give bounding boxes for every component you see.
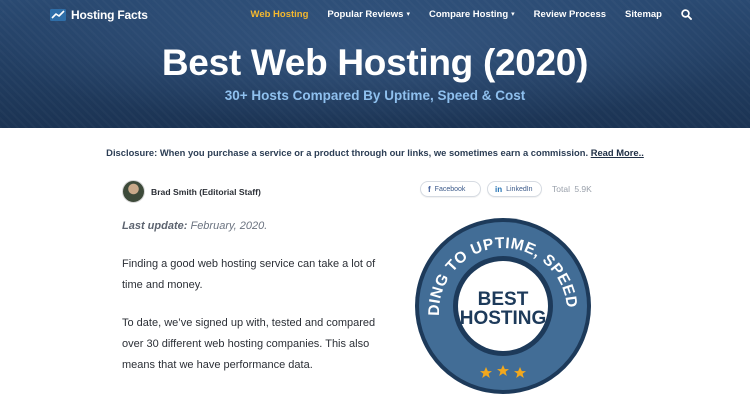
- read-more-link[interactable]: Read More..: [591, 147, 644, 158]
- search-button[interactable]: [681, 8, 692, 20]
- nav-item-label: Compare Hosting: [428, 8, 509, 20]
- nav-item-sitemap[interactable]: Sitemap: [625, 9, 662, 20]
- logo-text: Hosting Facts: [71, 8, 148, 22]
- article-paragraph: Finding a good web hosting service can t…: [122, 258, 376, 291]
- nav-item-popular-reviews[interactable]: Popular Reviews ▾: [327, 9, 410, 20]
- chevron-down-icon: ▾: [406, 10, 410, 18]
- nav-item-label: Popular Reviews: [327, 8, 404, 20]
- nav-item-review-process[interactable]: Review Process: [534, 9, 606, 20]
- disclosure-text: Disclosure: When you purchase a service …: [106, 147, 589, 158]
- author-byline: Brad Smith (Editorial Staff): [122, 180, 261, 203]
- badge-graphic: ACCORDING TO UPTIME, SPEED & COST BEST H…: [413, 216, 591, 394]
- best-hosting-badge: ACCORDING TO UPTIME, SPEED & COST BEST H…: [413, 216, 593, 396]
- chevron-down-icon: ▾: [511, 10, 515, 18]
- article-paragraph: To date, we’ve signed up with, tested an…: [122, 317, 376, 371]
- linkedin-share-button[interactable]: in LinkedIn: [487, 181, 542, 197]
- share-total: Total 5.9K: [552, 184, 592, 194]
- facebook-share-button[interactable]: f Facebook: [420, 181, 481, 197]
- avatar: [122, 180, 145, 203]
- page-subtitle: 30+ Hosts Compared By Uptime, Speed & Co…: [224, 88, 526, 103]
- linkedin-icon: in: [495, 184, 503, 194]
- linkedin-label: LinkedIn: [506, 185, 533, 193]
- facebook-label: Facebook: [434, 185, 466, 193]
- nav-item-label: Review Process: [533, 8, 607, 20]
- nav-item-compare-hosting[interactable]: Compare Hosting ▾: [429, 9, 515, 20]
- share-total-count: 5.9K: [574, 184, 592, 194]
- last-update-label: Last update:: [122, 220, 188, 232]
- disclosure-bar: Disclosure: When you purchase a service …: [0, 147, 750, 159]
- badge-line2: HOSTING: [460, 308, 547, 329]
- share-bar: f Facebook in LinkedIn Total 5.9K: [420, 181, 592, 197]
- nav-item-label: Sitemap: [625, 8, 662, 20]
- nav-item-web-hosting[interactable]: Web Hosting: [251, 9, 309, 20]
- last-update: Last update: February, 2020.: [122, 220, 267, 232]
- site-logo[interactable]: Hosting Facts: [50, 6, 148, 24]
- logo-icon: [50, 9, 66, 21]
- nav-item-label: Web Hosting: [250, 8, 309, 20]
- main-nav: Web Hosting Popular Reviews ▾ Compare Ho…: [251, 6, 692, 22]
- page-title: Best Web Hosting (2020): [161, 42, 589, 83]
- author-name[interactable]: Brad Smith (Editorial Staff): [151, 187, 261, 197]
- last-update-date: February, 2020.: [190, 220, 268, 232]
- facebook-icon: f: [428, 184, 431, 194]
- search-icon: [681, 8, 692, 20]
- share-total-label: Total: [552, 184, 570, 194]
- hero-banner: Hosting Facts Web Hosting Popular Review…: [0, 0, 750, 128]
- badge-line1: BEST: [478, 289, 529, 310]
